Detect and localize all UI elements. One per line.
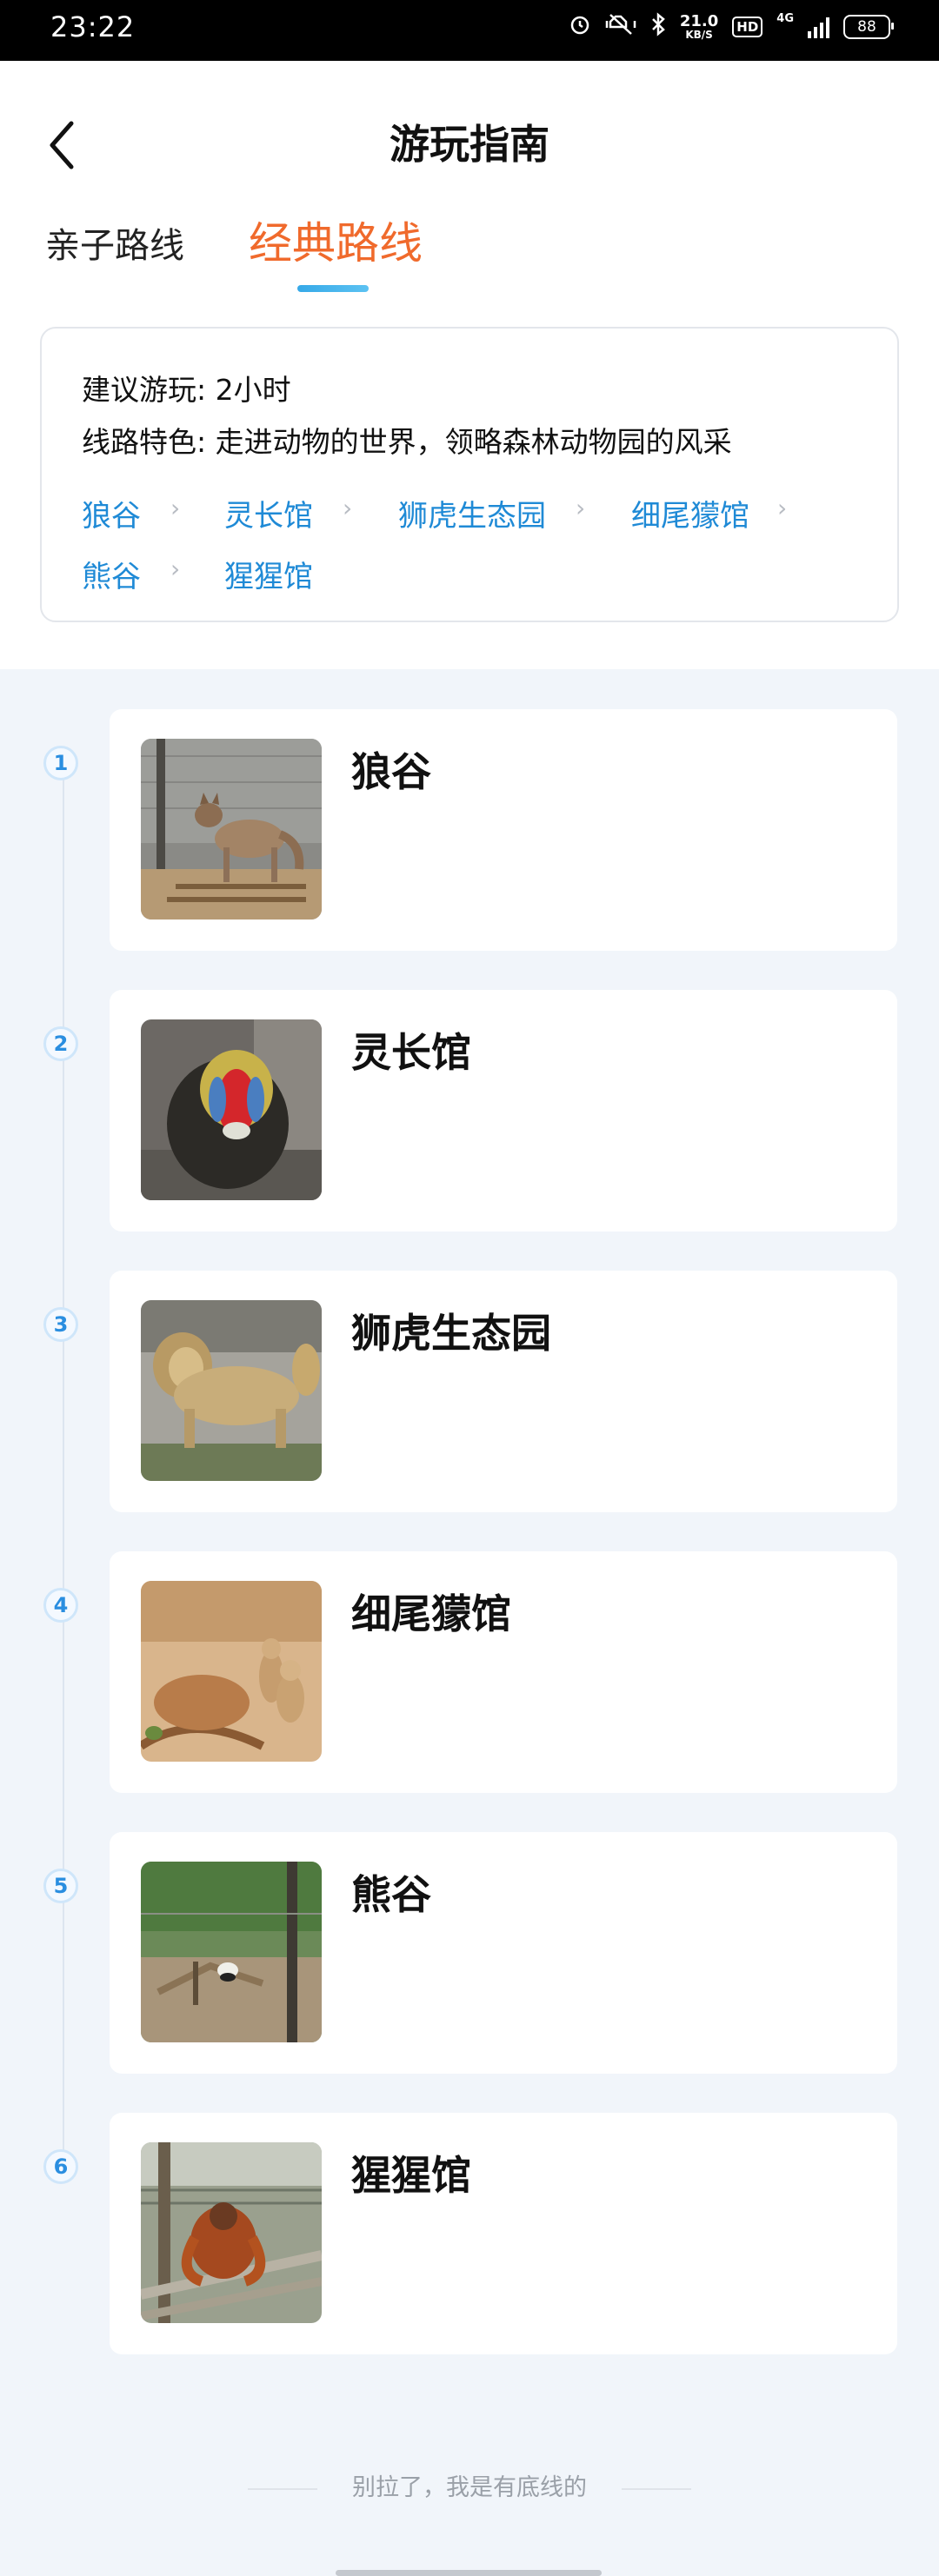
step-number: 6: [43, 2149, 78, 2184]
chevron-right-icon: ›: [777, 494, 788, 522]
net-speed: 21.0 KB/S: [679, 12, 719, 41]
guide-header: 游玩指南 亲子路线 经典路线 建议游玩: 2小时 线路特色: 走进动物的世界，领…: [0, 61, 939, 669]
divider: [622, 2487, 691, 2490]
lion-photo: [141, 1300, 322, 1481]
route-stop-link[interactable]: 狼谷: [82, 492, 141, 534]
chevron-right-icon: ›: [576, 494, 586, 522]
step-number: 4: [43, 1588, 78, 1623]
meerkat-photo: [141, 1581, 322, 1762]
step-name: 熊谷: [351, 1871, 431, 1918]
step-name: 细尾獴馆: [351, 1590, 511, 1637]
signal-icon: [808, 16, 829, 38]
route-tabs: 亲子路线 经典路线: [0, 209, 939, 278]
step-card[interactable]: 狼谷: [110, 709, 897, 951]
route-stop-link[interactable]: 灵长馆: [224, 492, 313, 534]
route-stop-link[interactable]: 狮虎生态园: [398, 492, 546, 534]
status-icons: 21.0 KB/S HD 4G 88: [569, 12, 894, 42]
step-number: 1: [43, 746, 78, 780]
divider: [248, 2487, 317, 2490]
alarm-icon: [569, 13, 591, 41]
active-tab-indicator: [297, 285, 369, 292]
chevron-right-icon: ›: [343, 494, 353, 522]
bluetooth-icon: [650, 12, 666, 42]
net-speed-unit: KB/S: [685, 29, 713, 41]
step-number: 5: [43, 1869, 78, 1903]
tab-classic-route[interactable]: 经典路线: [249, 209, 423, 271]
step-card[interactable]: 熊谷: [110, 1832, 897, 2074]
timeline-line: [63, 765, 64, 2173]
chevron-right-icon: ›: [170, 554, 181, 583]
chevron-right-icon: ›: [170, 494, 181, 522]
step-number: 2: [43, 1026, 78, 1061]
bear-enclosure-photo: [141, 1862, 322, 2042]
step-name: 猩猩馆: [351, 2152, 471, 2199]
end-of-list-note: 别拉了，我是有底线的: [0, 2468, 939, 2502]
home-indicator[interactable]: [336, 2570, 602, 2576]
end-of-list-text: 别拉了，我是有底线的: [352, 2474, 587, 2501]
step-name: 灵长馆: [351, 1029, 471, 1076]
step-name: 狮虎生态园: [351, 1310, 551, 1357]
suggested-duration: 建议游玩: 2小时: [82, 373, 291, 407]
step-card[interactable]: 灵长馆: [110, 990, 897, 1232]
hd-badge: HD: [732, 17, 763, 37]
mandrill-photo: [141, 1019, 322, 1200]
route-feature: 线路特色: 走进动物的世界，领略森林动物园的风采: [82, 425, 732, 459]
page-title: 游玩指南: [390, 121, 549, 168]
wolf-photo: [141, 739, 322, 920]
route-info-card: 建议游玩: 2小时 线路特色: 走进动物的世界，领略森林动物园的风采 狼谷 › …: [40, 327, 899, 622]
tab-family-route[interactable]: 亲子路线: [45, 217, 184, 268]
orangutan-photo: [141, 2142, 322, 2323]
step-card[interactable]: 狮虎生态园: [110, 1271, 897, 1512]
route-stop-link[interactable]: 细尾獴馆: [631, 492, 749, 534]
step-card[interactable]: 猩猩馆: [110, 2113, 897, 2354]
step-card[interactable]: 细尾獴馆: [110, 1551, 897, 1793]
route-stop-link[interactable]: 猩猩馆: [224, 553, 313, 595]
route-stop-link[interactable]: 熊谷: [82, 553, 141, 595]
status-bar: 23:22 21.0 KB/S HD 4G 88: [0, 0, 939, 61]
battery-icon: 88: [843, 15, 894, 39]
step-name: 狼谷: [351, 748, 431, 795]
step-number: 3: [43, 1307, 78, 1342]
status-time: 23:22: [50, 10, 136, 43]
network-type: 4G: [776, 12, 794, 25]
mute-vibrate-icon: [605, 13, 636, 41]
net-speed-value: 21.0: [679, 12, 719, 30]
